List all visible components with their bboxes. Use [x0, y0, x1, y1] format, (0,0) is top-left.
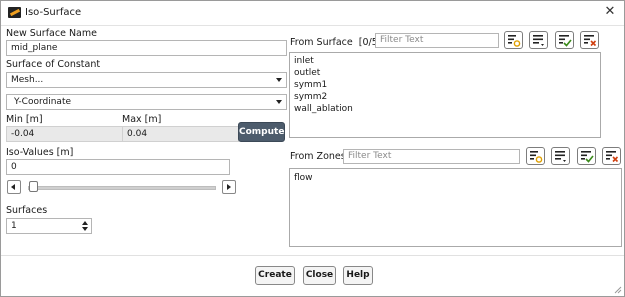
filter-icon: [530, 151, 543, 163]
chevron-down-icon: [276, 100, 282, 104]
deselect-all-icon: [584, 35, 597, 47]
list-item[interactable]: outlet: [290, 67, 600, 79]
filter-icon: [508, 35, 521, 47]
new-surface-name-label: New Surface Name: [6, 28, 97, 39]
list-options-button[interactable]: [551, 147, 570, 165]
iso-value-slider-thumb[interactable]: [29, 181, 38, 192]
title-bar: Iso-Surface ✕: [1, 1, 624, 26]
list-options-icon: [555, 151, 566, 162]
surface-field-dropdown[interactable]: Y-Coordinate: [6, 94, 287, 110]
iso-surface-dialog: Iso-Surface ✕ New Surface Name mid_plane…: [0, 0, 625, 297]
filter-button[interactable]: [526, 147, 545, 165]
from-surface-label: From Surface [0/5]: [290, 37, 381, 48]
surfaces-label: Surfaces: [6, 205, 48, 216]
new-surface-name-input[interactable]: mid_plane: [6, 40, 287, 56]
list-options-button[interactable]: [529, 31, 548, 49]
iso-value-slider-track[interactable]: [28, 186, 216, 190]
close-button[interactable]: Close: [303, 266, 336, 285]
from-zones-filter-input[interactable]: Filter Text: [343, 149, 520, 164]
list-item[interactable]: flow: [290, 172, 621, 184]
from-surface-title: From Surface: [290, 37, 353, 48]
footer-divider: [1, 255, 624, 256]
triangle-right-icon: [227, 184, 231, 190]
slider-decrement-button[interactable]: [7, 180, 21, 194]
surfaces-spinner[interactable]: 1: [6, 218, 92, 234]
compute-button[interactable]: Compute: [238, 122, 285, 142]
surface-category-value: Mesh...: [11, 75, 44, 85]
spin-down-icon[interactable]: [82, 227, 88, 231]
select-all-button[interactable]: [555, 31, 574, 49]
iso-values-label: Iso-Values [m]: [6, 147, 74, 158]
list-item[interactable]: symm2: [290, 91, 600, 103]
select-all-button[interactable]: [577, 147, 596, 165]
surfaces-value: 1: [11, 221, 17, 231]
spin-up-icon[interactable]: [82, 221, 88, 225]
triangle-left-icon: [11, 184, 15, 190]
surface-field-value: Y-Coordinate: [14, 97, 72, 107]
resize-grip-icon[interactable]: [614, 286, 622, 294]
deselect-all-icon: [606, 151, 619, 163]
list-item[interactable]: symm1: [290, 79, 600, 91]
list-item[interactable]: inlet: [290, 55, 600, 67]
max-label: Max [m]: [122, 114, 162, 125]
list-options-icon: [533, 35, 544, 46]
create-button[interactable]: Create: [255, 266, 295, 285]
close-icon[interactable]: ✕: [602, 4, 618, 20]
min-label: Min [m]: [6, 114, 43, 125]
min-value-field: -0.04: [6, 126, 123, 142]
from-zones-label: From Zones: [290, 151, 346, 162]
iso-values-input[interactable]: 0: [6, 159, 230, 175]
help-button[interactable]: Help: [343, 266, 373, 285]
from-zones-list[interactable]: flow: [289, 168, 622, 247]
chevron-down-icon: [276, 78, 282, 82]
slider-increment-button[interactable]: [222, 180, 236, 194]
select-all-icon: [559, 35, 572, 47]
fluent-app-icon: [8, 7, 21, 18]
max-value-field: 0.04: [122, 126, 239, 142]
deselect-all-button[interactable]: [602, 147, 621, 165]
deselect-all-button[interactable]: [580, 31, 599, 49]
from-surface-filter-input[interactable]: Filter Text: [375, 33, 499, 48]
select-all-icon: [581, 151, 594, 163]
surface-of-constant-label: Surface of Constant: [6, 59, 101, 70]
from-surface-list[interactable]: inlet outlet symm1 symm2 wall_ablation: [289, 52, 601, 138]
window-title: Iso-Surface: [25, 7, 82, 18]
filter-button[interactable]: [504, 31, 523, 49]
list-item[interactable]: wall_ablation: [290, 103, 600, 115]
surface-category-dropdown[interactable]: Mesh...: [6, 72, 287, 88]
